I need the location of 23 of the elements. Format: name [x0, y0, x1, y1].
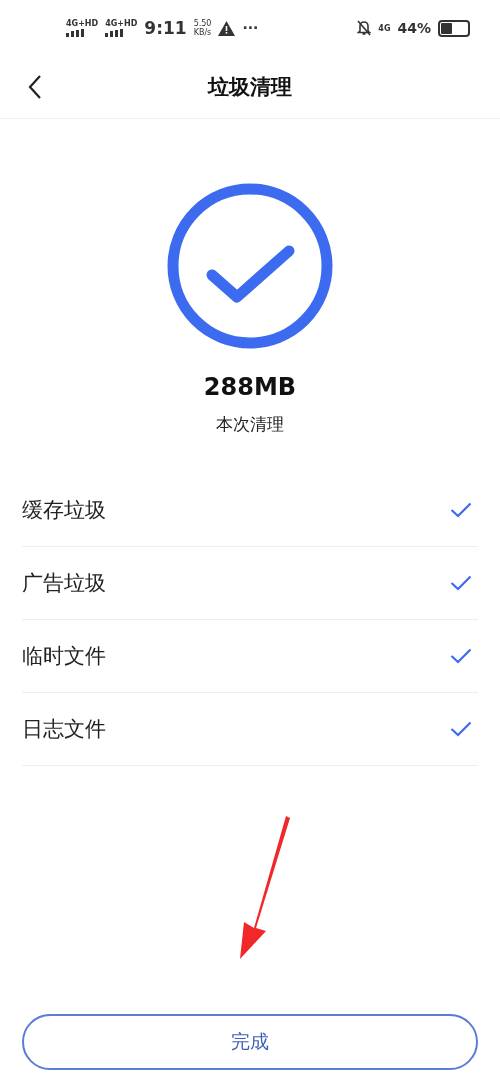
- battery-icon: [438, 19, 470, 37]
- battery-percent: 44%: [397, 20, 431, 36]
- done-button[interactable]: 完成: [22, 1014, 478, 1070]
- cleaned-size: 288MB: [203, 373, 297, 401]
- signal-icon: [66, 29, 84, 37]
- warning-icon: [218, 20, 236, 36]
- page-title: 垃圾清理: [208, 74, 292, 101]
- network-label: 4G+HD: [105, 19, 138, 28]
- network-label: 4G: [378, 23, 391, 33]
- category-label: 日志文件: [22, 716, 106, 743]
- speed-unit: KB/s: [193, 28, 212, 37]
- category-label: 缓存垃圾: [22, 497, 106, 524]
- back-icon[interactable]: [28, 74, 42, 100]
- category-label: 临时文件: [22, 643, 106, 670]
- check-circle-icon: [165, 181, 335, 351]
- network-label: 4G+HD: [66, 19, 99, 28]
- bell-muted-icon: [357, 20, 372, 36]
- more-indicator: ···: [242, 20, 259, 36]
- category-label: 广告垃圾: [22, 570, 106, 597]
- signal-icon: [105, 29, 124, 37]
- cleaned-caption: 本次清理: [216, 413, 284, 436]
- clock-time: 9:11: [144, 18, 187, 38]
- speed-value: 5.50: [193, 19, 212, 28]
